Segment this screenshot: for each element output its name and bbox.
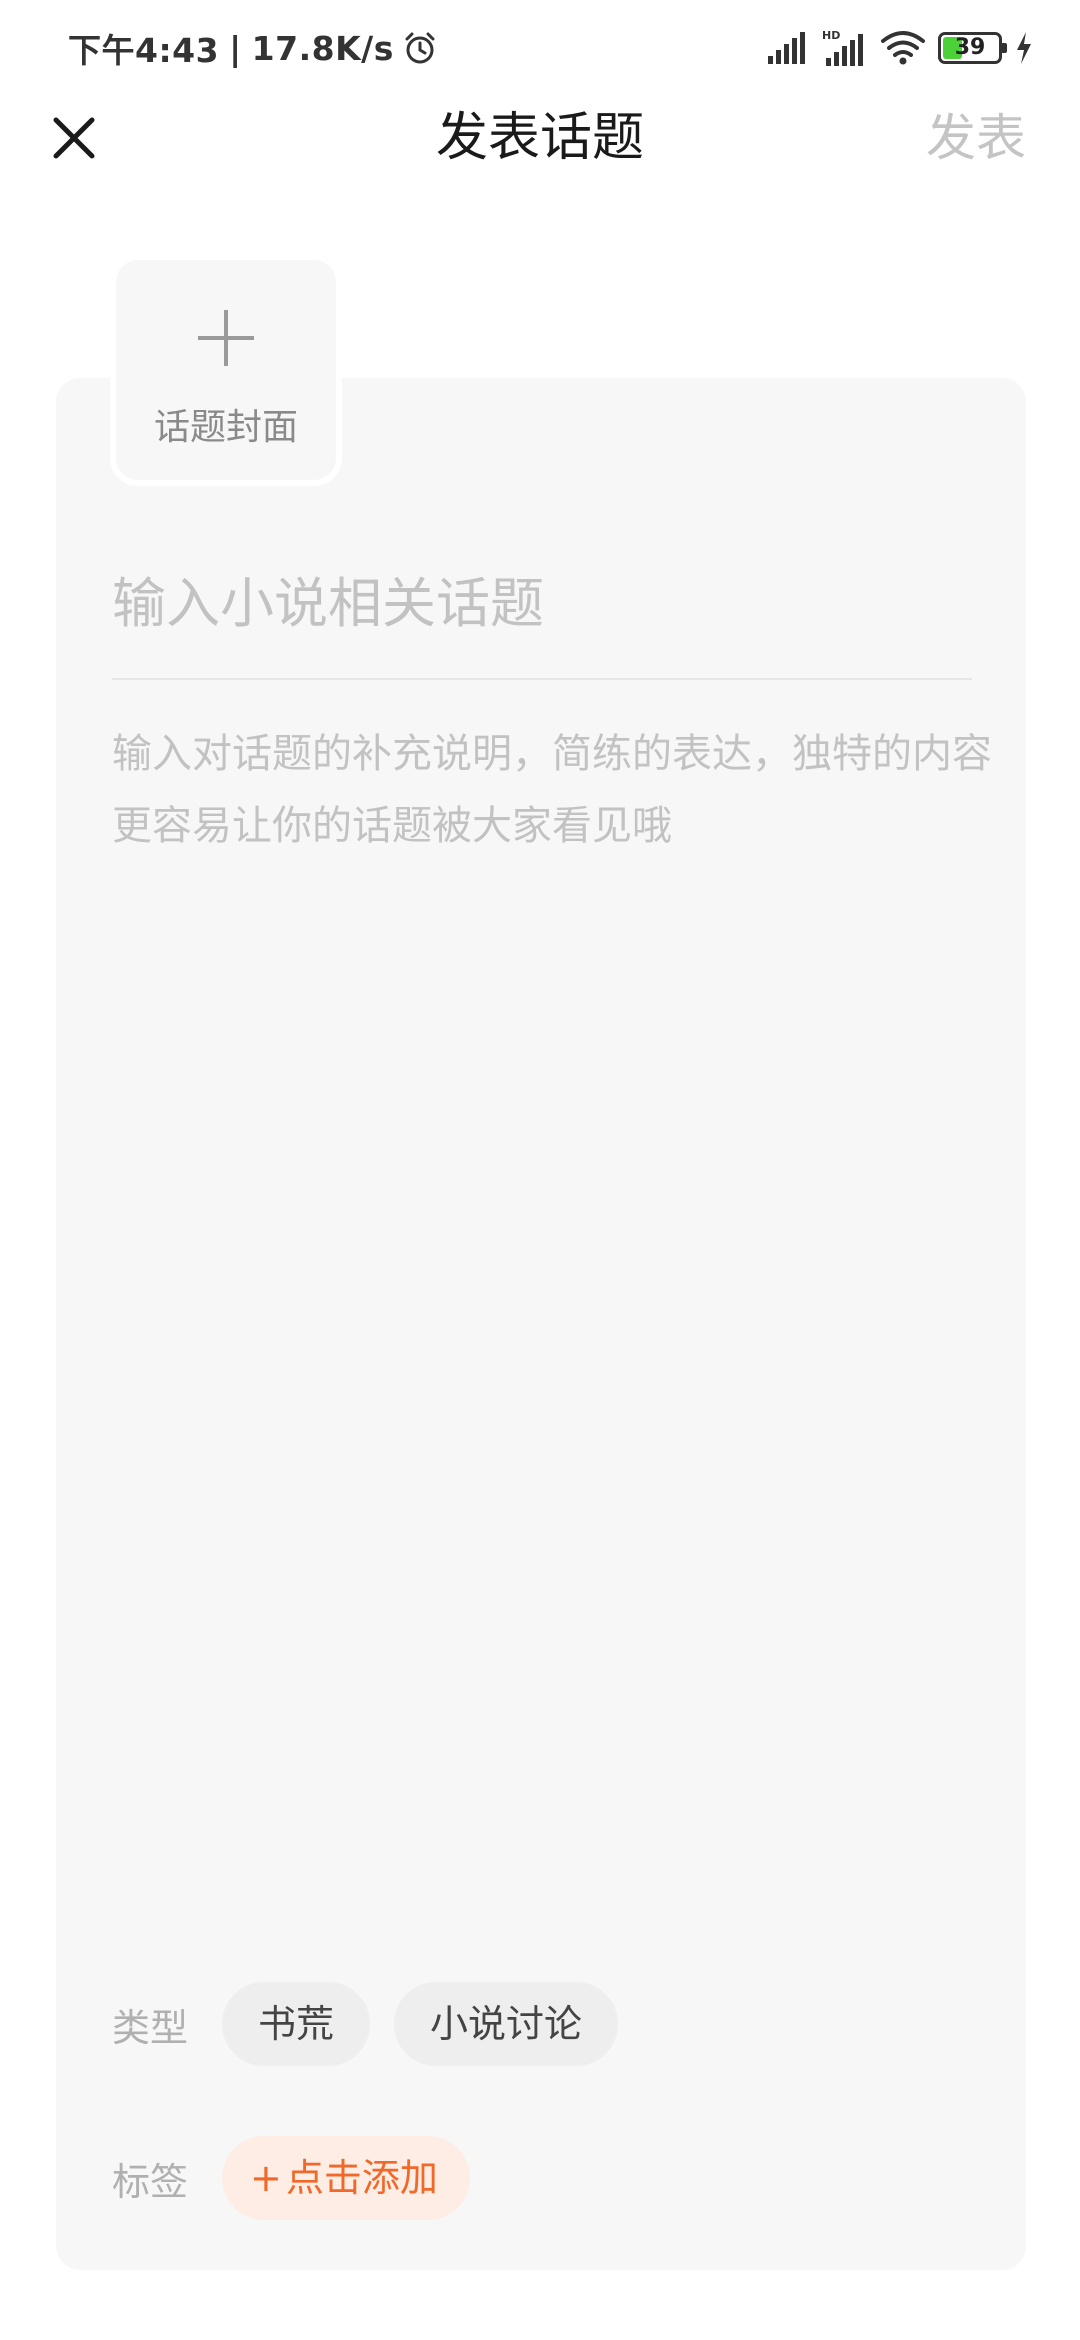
status-separator: |: [229, 28, 242, 68]
topic-description-input[interactable]: [112, 718, 992, 1718]
alarm-icon: [405, 32, 435, 64]
add-tag-label: 点击添加: [285, 2156, 438, 2200]
type-chip-novel-discussion[interactable]: 小说讨论: [394, 1982, 619, 2066]
editor-card: 类型 书荒 小说讨论 标签 +点击添加: [56, 378, 1026, 2270]
plus-icon: [198, 310, 254, 366]
type-row: 类型 书荒 小说讨论: [112, 1982, 642, 2066]
add-tag-plus-icon: +: [250, 2156, 282, 2200]
status-right: HD 39: [766, 26, 1034, 70]
battery-cap: [1002, 43, 1007, 53]
type-chip-book-shortage[interactable]: 书荒: [222, 1982, 371, 2066]
network-speed: 17.8K/s: [251, 28, 394, 68]
nav-bar: 发表话题 发表: [0, 96, 1080, 180]
topic-title-input[interactable]: [112, 548, 972, 658]
add-tag-button[interactable]: + 点击添加: [222, 2136, 470, 2220]
page-title: 发表话题: [435, 108, 644, 168]
charging-icon: [1017, 32, 1031, 64]
tag-row: 标签 + 点击添加: [112, 2136, 494, 2220]
battery-level: 39: [954, 35, 986, 60]
cover-label: 话题封面: [153, 407, 298, 448]
hd-cellular-signal-icon: HD: [822, 29, 863, 66]
cover-upload-button[interactable]: 话题封面: [110, 254, 342, 486]
type-label: 类型: [112, 2005, 189, 2050]
status-left: 下午4:43 | 17.8K/s: [68, 24, 438, 72]
wifi-icon: [881, 31, 925, 65]
cellular-signal-icon: [768, 32, 805, 64]
publish-button[interactable]: 发表: [926, 96, 1026, 180]
status-time: 下午4:43: [68, 31, 220, 70]
battery-icon: 39: [938, 32, 1007, 64]
title-divider: [112, 678, 972, 680]
tag-label: 标签: [112, 2159, 189, 2204]
svg-text:HD: HD: [822, 29, 840, 42]
status-bar: 下午4:43 | 17.8K/s HD 39: [0, 0, 1080, 96]
